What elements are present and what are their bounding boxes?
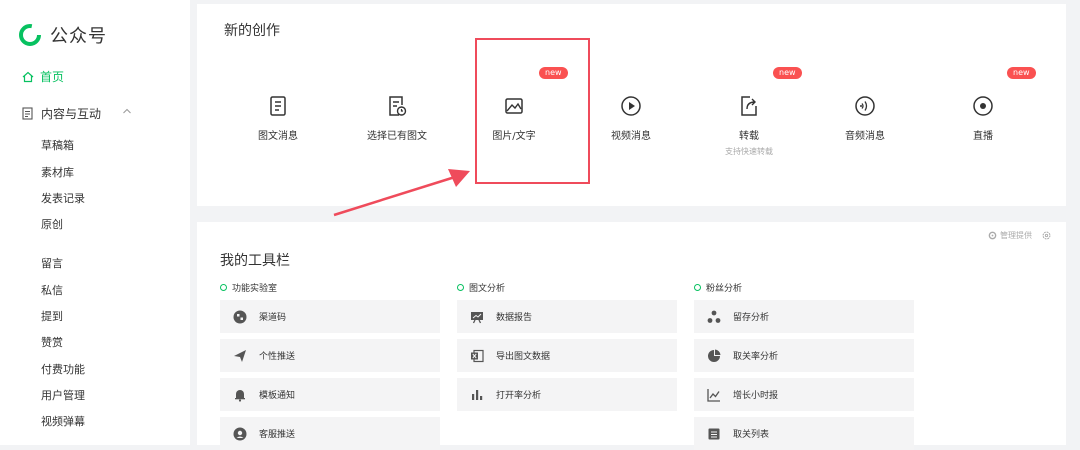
sidebar-item-publish-records[interactable]: 发表记录 bbox=[41, 190, 85, 206]
article-icon bbox=[270, 96, 286, 116]
tool-open-rate-analysis[interactable]: 打开率分析 bbox=[457, 378, 677, 411]
create-from-existing-button[interactable]: 选择已有图文 bbox=[342, 95, 452, 142]
tool-label: 留存分析 bbox=[733, 313, 770, 323]
category-dot-icon bbox=[220, 284, 227, 291]
toolbar-title: 我的工具栏 bbox=[220, 253, 290, 269]
create-live-button[interactable]: 直播 bbox=[928, 95, 1038, 142]
settings-icon bbox=[988, 231, 997, 240]
create-item-label: 音频消息 bbox=[845, 131, 885, 142]
create-article-button[interactable]: 图文消息 bbox=[223, 95, 333, 142]
sidebar-item-comments[interactable]: 留言 bbox=[41, 255, 63, 271]
tool-unfollow-list[interactable]: 取关列表 bbox=[694, 417, 914, 450]
tool-personal-push[interactable]: 个性推送 bbox=[220, 339, 440, 372]
create-item-label: 选择已有图文 bbox=[367, 131, 427, 142]
live-icon bbox=[973, 96, 993, 116]
tool-template-notice[interactable]: 模板通知 bbox=[220, 378, 440, 411]
sidebar-item-mentions[interactable]: 提到 bbox=[41, 308, 63, 324]
category-label: 图文分析 bbox=[469, 284, 506, 294]
sidebar: 公众号 首页 内容与互动 草稿箱 素材库 发表记录 原创 留言 私信 提到 赞赏… bbox=[0, 0, 190, 445]
bell-icon bbox=[235, 389, 245, 402]
create-item-label: 转载 bbox=[739, 131, 759, 142]
tool-channel-code[interactable]: 渠道码 bbox=[220, 300, 440, 333]
tool-export-article-data[interactable]: 导出图文数据 bbox=[457, 339, 677, 372]
tool-data-report[interactable]: 数据报告 bbox=[457, 300, 677, 333]
play-icon bbox=[621, 96, 641, 116]
tool-label: 导出图文数据 bbox=[496, 352, 551, 362]
sidebar-item-original[interactable]: 原创 bbox=[41, 216, 63, 232]
tool-label: 模板通知 bbox=[259, 391, 296, 401]
category-label: 功能实验室 bbox=[232, 284, 278, 294]
create-repost-button[interactable]: 转载 支持快速转载 bbox=[694, 95, 804, 157]
category-label: 粉丝分析 bbox=[706, 284, 743, 294]
new-badge: new bbox=[1007, 67, 1036, 79]
sidebar-item-messages[interactable]: 私信 bbox=[41, 282, 63, 298]
new-badge: new bbox=[773, 67, 802, 79]
customer-service-icon bbox=[233, 427, 247, 440]
toolbar-manage[interactable]: 管理提供 bbox=[988, 230, 1054, 241]
create-item-sublabel: 支持快速转载 bbox=[725, 147, 773, 156]
sidebar-item-home[interactable]: 首页 bbox=[22, 68, 64, 85]
tool-label: 数据报告 bbox=[496, 313, 533, 323]
app-title: 公众号 bbox=[50, 26, 107, 47]
tool-label: 客服推送 bbox=[259, 430, 296, 440]
tool-retention-analysis[interactable]: 留存分析 bbox=[694, 300, 914, 333]
history-article-icon bbox=[389, 96, 407, 116]
send-icon bbox=[234, 349, 246, 362]
tool-hourly-growth-report[interactable]: 增长小时报 bbox=[694, 378, 914, 411]
category-fan-analysis: 粉丝分析 bbox=[694, 281, 742, 294]
annotation-arrow bbox=[333, 169, 470, 217]
report-icon bbox=[471, 311, 483, 323]
export-excel-icon bbox=[471, 349, 484, 362]
gear-icon[interactable] bbox=[1042, 231, 1051, 240]
logo[interactable]: 公众号 bbox=[18, 22, 107, 48]
sidebar-group-content[interactable]: 内容与互动 bbox=[22, 105, 182, 122]
create-item-label: 直播 bbox=[973, 131, 993, 142]
tool-label: 个性推送 bbox=[259, 352, 296, 362]
create-item-label: 图文消息 bbox=[258, 131, 298, 142]
sidebar-item-materials[interactable]: 素材库 bbox=[41, 164, 74, 180]
cycle-icon bbox=[707, 310, 721, 323]
sidebar-item-paid-features[interactable]: 付费功能 bbox=[41, 361, 85, 377]
sidebar-item-rewards[interactable]: 赞赏 bbox=[41, 334, 63, 350]
sidebar-item-user-management[interactable]: 用户管理 bbox=[41, 387, 85, 403]
tool-unfollow-rate-analysis[interactable]: 取关率分析 bbox=[694, 339, 914, 372]
home-icon bbox=[22, 71, 34, 82]
create-video-button[interactable]: 视频消息 bbox=[576, 95, 686, 142]
sidebar-item-video-danmaku[interactable]: 视频弹幕 bbox=[41, 413, 85, 429]
tool-service-push[interactable]: 客服推送 bbox=[220, 417, 440, 450]
tool-label: 取关率分析 bbox=[733, 352, 779, 362]
line-chart-icon bbox=[707, 388, 720, 402]
bar-chart-icon bbox=[472, 389, 483, 400]
category-dot-icon bbox=[457, 284, 464, 291]
qrcode-icon bbox=[233, 310, 247, 323]
document-icon bbox=[22, 107, 33, 120]
wechat-logo-icon bbox=[19, 24, 41, 46]
highlight-box bbox=[475, 38, 590, 184]
tool-label: 打开率分析 bbox=[496, 391, 542, 401]
creation-title: 新的创作 bbox=[224, 23, 280, 39]
tool-label: 渠道码 bbox=[259, 313, 287, 323]
sidebar-group-label: 内容与互动 bbox=[41, 107, 102, 121]
sidebar-item-drafts[interactable]: 草稿箱 bbox=[41, 137, 74, 153]
tool-label: 取关列表 bbox=[733, 430, 770, 440]
category-dot-icon bbox=[694, 284, 701, 291]
chevron-up-icon bbox=[123, 108, 131, 114]
category-feature-lab: 功能实验室 bbox=[220, 281, 277, 294]
sidebar-item-label: 首页 bbox=[40, 70, 65, 84]
toolbar-panel bbox=[197, 222, 1066, 445]
repost-icon bbox=[741, 96, 757, 116]
category-article-analysis: 图文分析 bbox=[457, 281, 505, 294]
create-audio-button[interactable]: 音频消息 bbox=[810, 95, 920, 142]
audio-icon bbox=[855, 96, 875, 116]
pie-chart-icon bbox=[708, 349, 721, 362]
tool-label: 增长小时报 bbox=[733, 391, 779, 401]
list-icon bbox=[708, 428, 720, 439]
toolbar-manage-label: 管理提供 bbox=[1000, 231, 1032, 240]
create-item-label: 视频消息 bbox=[611, 131, 651, 142]
